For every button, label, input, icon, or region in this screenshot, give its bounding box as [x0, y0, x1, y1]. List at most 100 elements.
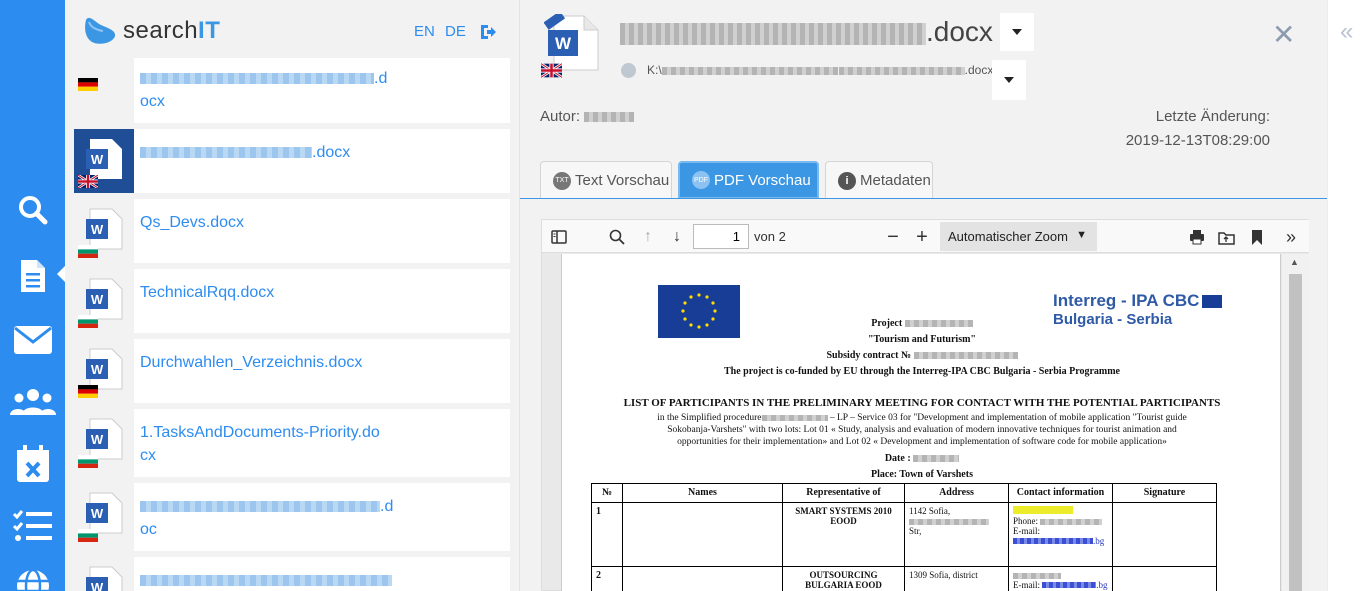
tab-label: Metadaten — [860, 172, 931, 189]
bookmark-icon[interactable] — [1246, 226, 1268, 248]
result-name[interactable]: .d — [140, 68, 387, 90]
scroll-thumb[interactable] — [1289, 274, 1302, 591]
tab-metadata[interactable]: i Metadaten — [825, 161, 933, 199]
tab-pdf-preview[interactable]: PDF PDF Vorschau — [678, 161, 819, 199]
participants-table: № Names Representative of Address Contac… — [591, 483, 1217, 591]
table-row: 1 SMART SYSTEMS 2010 EOOD 1142 Sofia, Str… — [591, 502, 1217, 567]
result-item[interactable]: W — [74, 557, 510, 591]
row-names — [622, 502, 783, 567]
procedure-line-3: opportunities for their implementation» … — [677, 437, 1167, 447]
eu-flag-icon — [658, 285, 740, 338]
scroll-up-icon[interactable]: ▲ — [1290, 257, 1299, 267]
brand-prefix: search — [123, 17, 199, 44]
svg-text:W: W — [91, 152, 104, 167]
checklist-icon[interactable] — [0, 506, 65, 546]
users-icon[interactable] — [0, 382, 65, 422]
email-domain: .bg — [1096, 580, 1108, 590]
col-contact: Contact information — [1008, 483, 1113, 503]
result-thumbnail: W — [74, 409, 134, 477]
row-no: 2 — [591, 566, 623, 591]
row-address: 1142 Sofia, Str, — [904, 502, 1009, 567]
result-name-line2[interactable]: ocx — [140, 91, 165, 113]
flag-bg-icon — [78, 245, 98, 258]
logout-icon[interactable] — [479, 23, 497, 41]
flag-bg-icon — [78, 455, 98, 468]
result-item-active[interactable]: W .docx — [74, 129, 510, 193]
cofunded-line: The project is co-funded by EU through t… — [723, 366, 1120, 377]
flag-bg-icon — [78, 529, 98, 542]
previous-page-icon[interactable]: ↑ — [637, 226, 659, 248]
info-icon: i — [838, 171, 856, 190]
caret-down-icon — [1012, 29, 1022, 35]
result-item[interactable]: W .d oc — [74, 483, 510, 551]
brand-suffix: IT — [198, 17, 221, 44]
close-icon[interactable]: ✕ — [1272, 18, 1295, 51]
flag-bg-icon — [78, 315, 98, 328]
result-name[interactable]: Qs_Devs.docx — [140, 212, 244, 234]
svg-text:W: W — [91, 432, 104, 447]
result-thumbnail: W — [74, 199, 134, 263]
col-representative: Representative of — [782, 483, 905, 503]
path-prefix: K:\ — [647, 63, 662, 77]
title-dropdown-button[interactable] — [1000, 13, 1034, 51]
result-item[interactable]: W Durchwahlen_Verzeichnis.docx — [74, 339, 510, 403]
result-item[interactable]: .d ocx — [74, 58, 510, 123]
email-domain: .bg — [1093, 536, 1105, 546]
result-name-line2[interactable]: oc — [140, 519, 157, 541]
document-title-suffix: .docx — [926, 16, 993, 47]
sidebar-toggle-icon[interactable] — [548, 226, 570, 248]
collapse-chevron-icon[interactable]: « — [1340, 18, 1353, 46]
result-thumbnail: W — [74, 129, 134, 193]
path-arrow-icon[interactable] — [621, 63, 636, 78]
modified-value: 2019-12-13T08:29:00 — [1125, 132, 1270, 149]
globe-icon[interactable] — [0, 566, 65, 591]
calendar-x-icon[interactable] — [0, 444, 65, 484]
find-icon[interactable] — [606, 226, 628, 248]
result-name-line2[interactable]: cx — [140, 445, 156, 467]
place-line: Place: Town of Varshets — [871, 469, 973, 480]
result-item[interactable]: W TechnicalRqq.docx — [74, 269, 510, 333]
pdf-icon: PDF — [692, 171, 710, 189]
mail-icon[interactable] — [0, 320, 65, 360]
tab-text-preview[interactable]: TXT Text Vorschau — [540, 161, 672, 199]
row-names — [622, 566, 783, 591]
procedure-text-a: in the Simplified procedure — [657, 413, 762, 423]
result-name[interactable]: .d — [140, 496, 393, 518]
result-name[interactable]: .docx — [140, 142, 350, 164]
address-line-1: 1142 Sofia, — [909, 506, 951, 516]
pdf-scrollbar[interactable]: ▲ — [1282, 254, 1308, 591]
document-icon[interactable] — [0, 256, 65, 296]
lang-de-link[interactable]: DE — [445, 23, 466, 40]
table-row: 2 OUTSOURCING BULGARIA EOOD 1309 Sofia, … — [591, 566, 1217, 591]
zoom-out-icon[interactable]: − — [882, 226, 904, 248]
result-item[interactable]: W 1.TasksAndDocuments-Priority.do cx — [74, 409, 510, 477]
date-line: Date : — [562, 453, 1280, 464]
logo-icon — [85, 17, 116, 44]
result-name[interactable]: 1.TasksAndDocuments-Priority.do — [140, 422, 380, 444]
print-icon[interactable] — [1186, 226, 1208, 248]
result-name[interactable]: Durchwahlen_Verzeichnis.docx — [140, 352, 362, 374]
flag-de-icon — [78, 385, 98, 398]
tab-underline — [520, 198, 1328, 199]
tab-label: Text Vorschau — [575, 172, 670, 189]
zoom-select[interactable]: Automatischer Zoom ▼ — [940, 222, 1097, 251]
result-item[interactable]: W Qs_Devs.docx — [74, 199, 510, 263]
zoom-in-icon[interactable]: + — [911, 226, 933, 248]
lang-en-link[interactable]: EN — [414, 23, 435, 40]
svg-text:W: W — [91, 292, 104, 307]
path-dropdown-button[interactable] — [992, 60, 1026, 100]
subsidy-line: Subsidy contract № — [562, 350, 1280, 361]
modified-label: Letzte Änderung: — [1155, 108, 1270, 125]
eu-mini-flag-icon — [1202, 295, 1223, 309]
pdf-toolbar: ↑ ↓ von 2 − + Automatischer Zoom ▼ » — [542, 220, 1309, 253]
right-strip: « — [1327, 0, 1367, 591]
tools-chevron-icon[interactable]: » — [1280, 226, 1302, 248]
result-name[interactable]: TechnicalRqq.docx — [140, 282, 274, 304]
address-line-2: Str, — [909, 526, 922, 536]
result-name[interactable] — [140, 570, 392, 591]
next-page-icon[interactable]: ↓ — [666, 226, 688, 248]
open-file-icon[interactable] — [1215, 226, 1237, 248]
page-number-input[interactable] — [693, 224, 749, 249]
search-icon[interactable] — [0, 190, 65, 230]
nav-rail — [0, 0, 66, 591]
